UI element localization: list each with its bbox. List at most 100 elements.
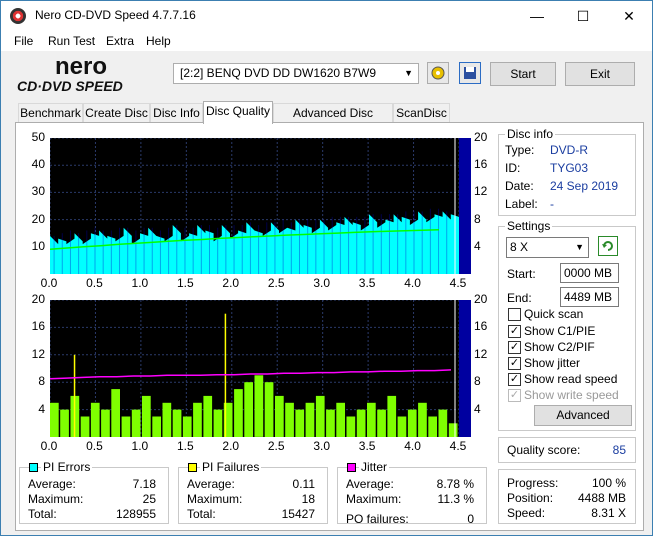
jitter-title: Jitter <box>359 460 390 474</box>
pi-failures-bar <box>397 416 407 438</box>
pi-failures-bar <box>377 409 386 437</box>
tab-scandisc[interactable]: ScanDisc <box>393 103 450 123</box>
chart1-right-tick: 20 <box>474 130 488 144</box>
speed-select[interactable]: 8 X ▼ <box>506 237 589 258</box>
window-title: Nero CD-DVD Speed 4.7.7.16 <box>35 8 196 22</box>
disc-info-group: Disc info Type: DVD-R ID: TYG03 Date: 24… <box>498 127 636 216</box>
jitter-group: Jitter Average: 8.78 % Maximum: 11.3 % P… <box>337 460 487 526</box>
chart1-x-tick: 0.0 <box>40 276 58 290</box>
chart2-x-tick: 1.5 <box>176 439 194 453</box>
tab-benchmark[interactable]: Benchmark <box>18 103 83 123</box>
chart2-x-tick: 4.0 <box>404 439 421 453</box>
chart2-left-tick: 4 <box>38 401 45 416</box>
nero-logo: nero CD·DVD SPEED <box>17 54 123 94</box>
chart1-x-tick: 1.5 <box>176 276 194 290</box>
pi-errors-group: PI Errors Average: 7.18 Maximum: 25 Tota… <box>19 460 169 524</box>
chart2-x-tick: 3.0 <box>313 439 330 453</box>
chart1-right-tick: 16 <box>474 157 488 172</box>
pi-failures-bar <box>121 416 131 438</box>
pi-failures-group: PI Failures Average: 0.11 Maximum: 18 To… <box>178 460 328 524</box>
chart2-x-tick: 2.0 <box>222 439 240 453</box>
chart1-left-tick: 30 <box>31 184 45 199</box>
eject-button[interactable] <box>427 62 449 84</box>
disc-date-value: 24 Sep 2019 <box>550 179 619 193</box>
start-input[interactable]: 0000 MB <box>560 263 619 283</box>
drive-select[interactable]: [2:2] BENQ DVD DD DW1620 B7W9 ▼ <box>173 63 419 84</box>
tab-create-disc[interactable]: Create Disc <box>83 103 150 123</box>
pi-failures-swatch <box>188 463 197 472</box>
exit-button[interactable]: Exit <box>565 62 635 86</box>
show-jitter-checkbox[interactable]: ✓ <box>508 357 521 370</box>
save-icon <box>464 67 476 79</box>
chart2-right-tick: 12 <box>474 346 488 361</box>
menu-help[interactable]: Help <box>146 34 171 48</box>
show-write-speed-checkbox: ✓ <box>508 389 521 402</box>
pi-errors-total-value: 128955 <box>115 507 156 521</box>
show-c2pif-checkbox[interactable]: ✓ <box>508 341 521 354</box>
start-button[interactable]: Start <box>490 62 556 86</box>
menu-extra[interactable]: Extra <box>106 34 134 48</box>
chart2-x-tick: 2.5 <box>267 439 285 453</box>
disc-id-label: ID: <box>505 161 521 175</box>
chart1-x-tick: 1.0 <box>131 276 149 290</box>
pi-failures-total-label: Total: <box>187 507 216 521</box>
show-read-speed-checkbox[interactable]: ✓ <box>508 373 521 386</box>
chart1-left-tick: 10 <box>31 238 45 253</box>
pi-failures-bar <box>326 409 335 437</box>
show-read-speed-label: Show read speed <box>524 372 618 386</box>
show-write-speed-label: Show write speed <box>524 388 619 402</box>
pi-errors-avg-value: 7.18 <box>132 477 156 491</box>
tab-advanced-disc-quality[interactable]: Advanced Disc Quality <box>273 103 393 138</box>
quality-score-label: Quality score: <box>507 443 581 457</box>
chart2-left-tick: 8 <box>38 374 45 389</box>
menu-run-test[interactable]: Run Test <box>48 34 95 48</box>
show-c1pie-checkbox[interactable]: ✓ <box>508 325 521 338</box>
pi-failures-bar <box>244 382 253 437</box>
pi-failures-bar <box>407 409 417 437</box>
end-input[interactable]: 4489 MB <box>560 287 619 307</box>
pi-failures-max-label: Maximum: <box>187 492 243 506</box>
po-failures-value: 0 <box>467 512 474 526</box>
disc-date-label: Date: <box>505 179 534 193</box>
settings-group: Settings 8 X ▼ Start: 0000 MB End: 4489 … <box>498 219 636 431</box>
tab-disc-info[interactable]: Disc Info <box>150 103 203 123</box>
jitter-avg-value: 8.78 % <box>436 477 474 491</box>
pi-failures-bar <box>418 402 427 438</box>
pi-failures-bar <box>203 395 213 437</box>
advanced-button[interactable]: Advanced <box>534 405 632 426</box>
save-button[interactable] <box>459 62 481 84</box>
speed-label: Speed: <box>507 506 546 520</box>
refresh-button[interactable] <box>598 236 618 256</box>
pi-failures-bar <box>367 402 376 438</box>
pi-failures-bar <box>101 409 110 437</box>
chart2-right-tick: 16 <box>474 319 488 334</box>
jitter-max-value: 11.3 % <box>437 492 474 506</box>
chart1-right-tick: 8 <box>474 211 481 226</box>
pi-failures-avg-value: 0.11 <box>292 477 315 491</box>
eject-icon <box>431 66 445 80</box>
menu-file[interactable]: File <box>14 34 33 48</box>
maximize-button[interactable]: ☐ <box>560 1 606 31</box>
pi-failures-title: PI Failures <box>200 460 262 474</box>
show-c1pie-label: Show C1/PIE <box>524 324 596 338</box>
minimize-button[interactable]: — <box>514 1 560 31</box>
chart1-x-tick: 4.0 <box>404 276 421 290</box>
pi-errors-title: PI Errors <box>41 460 93 474</box>
progress-value: 100 % <box>591 476 626 490</box>
pi-failures-bar <box>275 395 284 437</box>
chart1-right-tick: 4 <box>474 238 481 253</box>
close-button[interactable]: ✕ <box>606 1 652 31</box>
pi-failures-bar <box>162 402 172 438</box>
pi-failures-bar <box>346 416 356 438</box>
app-icon <box>10 8 26 24</box>
pi-failures-bar <box>131 409 141 437</box>
pi-failures-bar <box>50 402 59 438</box>
pi-failures-bar <box>305 402 315 438</box>
refresh-icon <box>602 241 613 251</box>
tab-disc-quality[interactable]: Disc Quality <box>203 101 273 124</box>
disc-id-value: TYG03 <box>550 161 589 175</box>
disc-type-label: Type: <box>505 143 535 157</box>
chart1-end-strip <box>459 138 471 274</box>
quick-scan-checkbox[interactable] <box>508 308 521 321</box>
pi-failures-total-value: 15427 <box>281 507 315 521</box>
